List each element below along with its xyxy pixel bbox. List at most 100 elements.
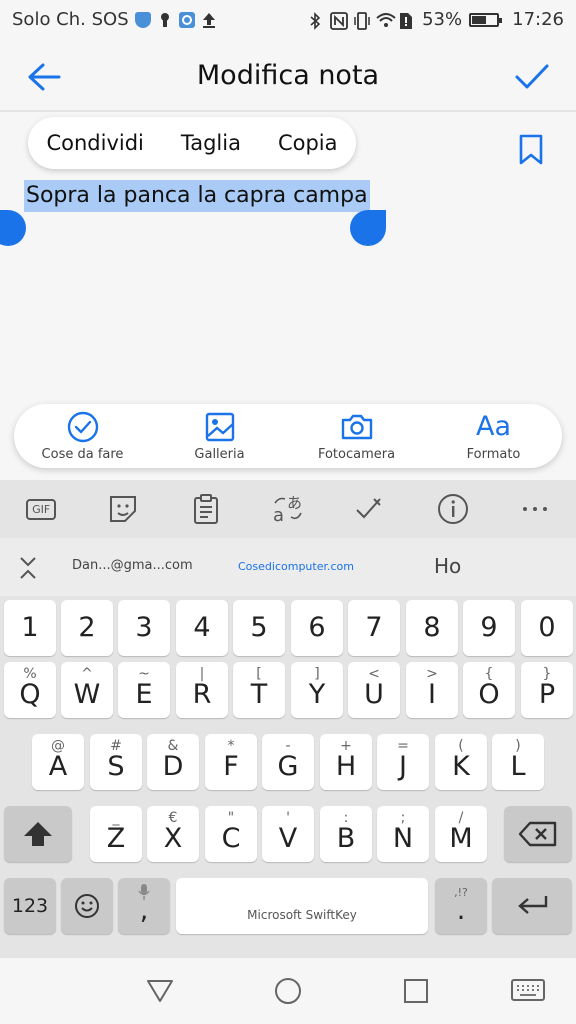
enter-key[interactable] <box>492 878 572 934</box>
bookmark-icon[interactable] <box>518 134 544 166</box>
key-w[interactable]: ^ W <box>61 662 113 718</box>
sim-alert-icon <box>399 12 415 29</box>
emoji-key[interactable] <box>61 878 113 934</box>
suggestion-2[interactable]: Cosedicomputer.com <box>238 560 354 573</box>
key-9[interactable]: 9 <box>463 600 515 656</box>
key-q[interactable]: % Q <box>4 662 56 718</box>
key-k[interactable]: (K <box>435 734 487 790</box>
keyhole-icon <box>157 12 173 28</box>
nfc-icon <box>330 11 349 30</box>
suggestion-3[interactable]: Ho <box>434 554 461 578</box>
upload-icon <box>201 12 217 28</box>
note-toolbar: Cose da fare Galleria Fotocamera Aa Form… <box>14 404 562 468</box>
todo-button[interactable]: Cose da fare <box>23 411 143 462</box>
confirm-check-icon[interactable] <box>514 62 550 92</box>
share-menu-item[interactable]: Condividi <box>46 131 143 155</box>
key-y[interactable]: ] Y <box>291 662 343 718</box>
key-8[interactable]: 8 <box>406 600 458 656</box>
edit-button[interactable] <box>350 491 390 527</box>
key-i[interactable]: > I <box>406 662 458 718</box>
period-key[interactable]: ,!? . <box>435 878 487 934</box>
key-l[interactable]: ) L <box>492 734 544 790</box>
key-e[interactable]: ~ E <box>118 662 170 718</box>
key-n[interactable]: ; N <box>377 806 429 862</box>
selection-handle-end[interactable] <box>350 210 386 246</box>
key-b[interactable]: :B <box>320 806 372 862</box>
key-f[interactable]: * F <box>205 734 257 790</box>
gallery-button[interactable]: Galleria <box>160 411 280 462</box>
key-c[interactable]: " C <box>205 806 257 862</box>
status-bar: Solo Ch. SOS 53% 17:26 <box>0 0 576 40</box>
back-triangle-icon[interactable] <box>145 978 175 1004</box>
suggestion-1[interactable]: Dan...@gma...com <box>72 558 193 573</box>
clipboard-icon <box>193 494 218 524</box>
text-selection-menu: Condividi Taglia Copia <box>28 117 356 169</box>
cut-menu-item[interactable]: Taglia <box>181 131 241 155</box>
more-button[interactable] <box>515 491 555 527</box>
clipboard-button[interactable] <box>186 491 226 527</box>
key-r[interactable]: | R <box>176 662 228 718</box>
suggestion-bar: Dan...@gma...com Cosedicomputer.com Ho <box>0 538 576 596</box>
format-label: Formato <box>466 446 521 462</box>
format-button[interactable]: Aa Formato <box>434 411 554 462</box>
translate-button[interactable]: aあ <box>268 491 308 527</box>
wifi-icon <box>376 12 396 28</box>
sync-icon <box>178 11 195 28</box>
home-circle-icon[interactable] <box>273 976 303 1006</box>
checklist-circle-icon <box>67 411 98 442</box>
sticker-icon <box>110 496 137 522</box>
gif-button[interactable]: GIF <box>21 491 61 527</box>
key-3[interactable]: 3 <box>118 600 170 656</box>
gallery-label: Galleria <box>194 446 245 462</box>
info-button[interactable] <box>433 491 473 527</box>
key-h[interactable]: + H <box>320 734 372 790</box>
collapse-icon[interactable] <box>16 554 40 582</box>
backspace-key[interactable] <box>504 806 572 862</box>
sticker-button[interactable] <box>103 491 143 527</box>
carrier-label: Solo Ch. SOS <box>12 9 129 30</box>
copy-menu-item[interactable]: Copia <box>278 131 338 155</box>
key-a[interactable]: @ A <box>32 734 84 790</box>
emoji-icon <box>75 894 99 918</box>
key-u[interactable]: < U <box>348 662 400 718</box>
key-p[interactable]: } P <box>521 662 573 718</box>
camera-button[interactable]: Fotocamera <box>297 411 417 462</box>
bluetooth-icon <box>307 11 323 30</box>
selected-note-text[interactable]: Sopra la panca la capra campa <box>24 180 370 212</box>
gif-icon: GIF <box>26 498 57 520</box>
keyboard-icon[interactable] <box>510 978 546 1004</box>
todo-label: Cose da fare <box>41 446 124 462</box>
key-s[interactable]: # S <box>90 734 142 790</box>
svg-text:あ: あ <box>287 494 302 512</box>
key-1[interactable]: 1 <box>4 600 56 656</box>
key-t[interactable]: [T <box>233 662 285 718</box>
more-dots-icon <box>522 507 547 511</box>
key-d[interactable]: & D <box>147 734 199 790</box>
recents-square-icon[interactable] <box>403 978 429 1004</box>
key-v[interactable]: ' V <box>262 806 314 862</box>
key-o[interactable]: {O <box>463 662 515 718</box>
key-j[interactable]: = J <box>377 734 429 790</box>
key-4[interactable]: 4 <box>176 600 228 656</box>
comma-key[interactable]: , <box>118 878 170 934</box>
key-m[interactable]: / M <box>435 806 487 862</box>
space-key[interactable]: Microsoft SwiftKey <box>176 878 428 934</box>
keyboard-keys: 1 2 3 4 5 6 7 8 9 0 % Q ^ W ~ E | R [T ] Y < U… <box>0 596 576 958</box>
numbers-toggle-key[interactable]: 123 <box>4 878 56 934</box>
shift-icon <box>24 822 52 846</box>
format-aa-icon: Aa <box>475 410 511 442</box>
clock: 17:26 <box>512 9 564 30</box>
battery-icon <box>469 12 503 27</box>
key-x[interactable]: € X <box>147 806 199 862</box>
battery-percent: 53% <box>422 9 463 30</box>
key-z[interactable]: _ Z <box>90 806 142 862</box>
enter-icon <box>518 896 548 914</box>
key-5[interactable]: 5 <box>233 600 285 656</box>
key-6[interactable]: 6 <box>291 600 343 656</box>
key-0[interactable]: 0 <box>521 600 573 656</box>
key-g[interactable]: -G <box>262 734 314 790</box>
svg-text:a: a <box>273 505 284 525</box>
key-2[interactable]: 2 <box>61 600 113 656</box>
key-7[interactable]: 7 <box>348 600 400 656</box>
shift-key[interactable] <box>4 806 72 862</box>
